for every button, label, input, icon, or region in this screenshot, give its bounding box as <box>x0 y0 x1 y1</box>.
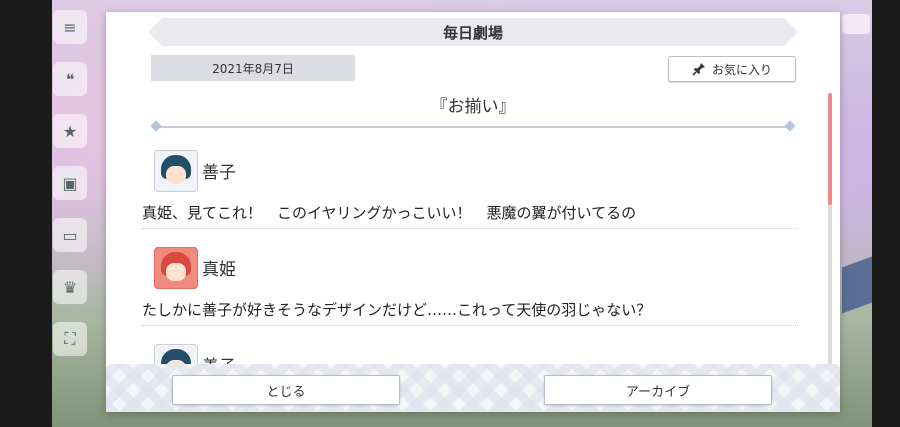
favorite-label: お気に入り <box>711 62 772 77</box>
currency-badge <box>842 14 870 34</box>
screen-icon[interactable]: ▭ <box>53 218 87 252</box>
scrollbar[interactable] <box>828 93 832 365</box>
dialogue-entry: 善子 <box>142 336 798 367</box>
right-decoration <box>842 0 872 427</box>
menu-icon[interactable]: ≡ <box>53 10 87 44</box>
dialogue-scroll-area[interactable]: 善子 真姫、見てこれ！ このイヤリングかっこいい！ 悪魔の翼が付いてるの 真姫 … <box>142 142 798 367</box>
date-label: 2021年8月7日 <box>151 55 355 81</box>
dialogue-entry: 善子 真姫、見てこれ！ このイヤリングかっこいい！ 悪魔の翼が付いてるの <box>142 142 798 239</box>
entry-separator <box>142 325 798 326</box>
entry-separator <box>142 228 798 229</box>
pin-icon <box>692 63 705 76</box>
side-menu: ≡ ❝ ★ ▣ ▭ ♛ ⛶ <box>50 8 90 422</box>
chat-icon[interactable]: ❝ <box>53 62 87 96</box>
device-frame-right <box>872 0 900 427</box>
scrollbar-thumb[interactable] <box>828 93 832 205</box>
dialogue-text: 真姫、見てこれ！ このイヤリングかっこいい！ 悪魔の翼が付いてるの <box>142 204 637 222</box>
episode-title: 『お揃い』 <box>430 97 516 117</box>
divider-diamond-right <box>784 120 796 132</box>
dialogue-entry: 真姫 たしかに善子が好きそうなデザインだけど……これって天使の羽じゃない？ <box>142 239 798 336</box>
dialog-footer: とじる アーカイブ <box>106 364 840 412</box>
dialogue-text: たしかに善子が好きそうなデザインだけど……これって天使の羽じゃない？ <box>142 301 652 319</box>
gift-icon[interactable]: ▣ <box>53 166 87 200</box>
cup-icon[interactable]: ♛ <box>53 270 87 304</box>
daily-theater-dialog: 毎日劇場 2021年8月7日 お気に入り 『お揃い』 善子 真姫、見てこれ！ こ… <box>106 12 840 412</box>
device-frame-left <box>0 0 52 427</box>
speaker-name: 真姫 <box>202 260 236 280</box>
archive-button[interactable]: アーカイブ <box>544 375 772 405</box>
speaker-name: 善子 <box>202 163 236 183</box>
favorite-button[interactable]: お気に入り <box>668 56 796 82</box>
dialog-title: 毎日劇場 <box>442 23 503 42</box>
scene-tile <box>842 256 872 314</box>
maki-avatar <box>154 247 198 289</box>
fullscreen-icon[interactable]: ⛶ <box>53 322 87 356</box>
yoshiko-avatar <box>154 150 198 192</box>
title-divider <box>150 120 796 132</box>
close-button[interactable]: とじる <box>172 375 400 405</box>
title-bar: 毎日劇場 <box>148 18 798 46</box>
event-icon[interactable]: ★ <box>53 114 87 148</box>
divider-diamond-left <box>150 120 162 132</box>
